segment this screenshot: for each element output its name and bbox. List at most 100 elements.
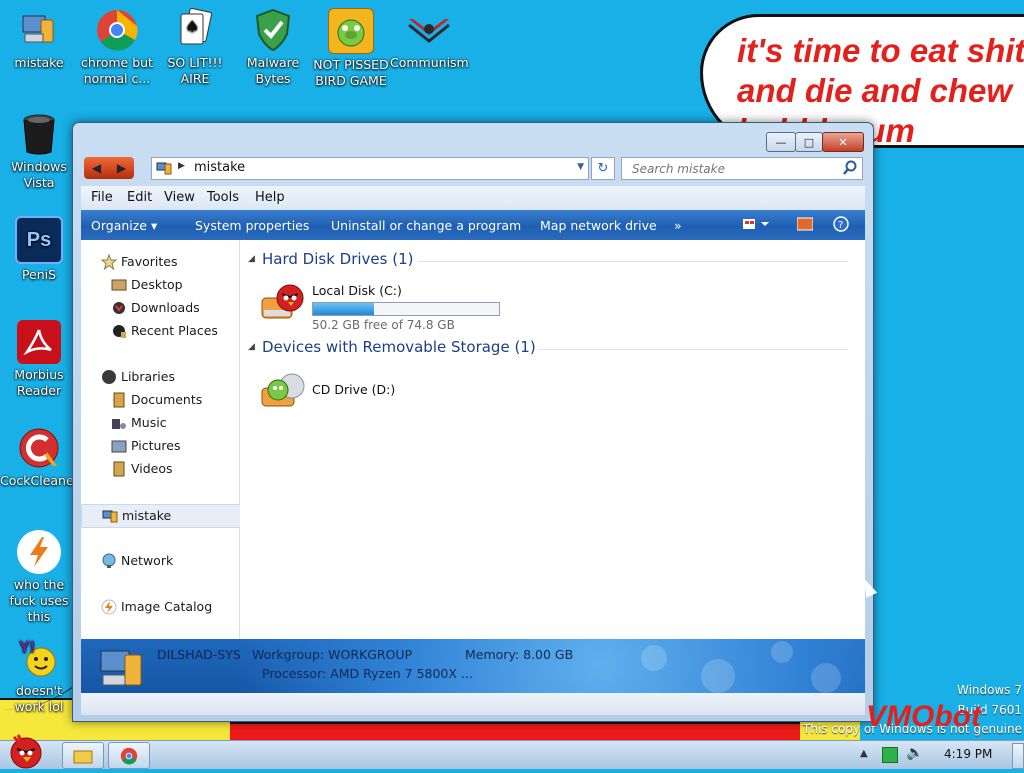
forward-arrow-icon: ▶ bbox=[116, 161, 127, 175]
desktop-icon-communism[interactable]: Communism bbox=[390, 8, 469, 71]
nav-music[interactable]: Music bbox=[81, 412, 239, 434]
desktop-icon-ccleaner[interactable]: CockCleaner bbox=[0, 426, 79, 489]
minimize-button[interactable]: — bbox=[766, 132, 796, 152]
desktop-icon-malwarebytes[interactable]: Malware Bytes bbox=[234, 8, 312, 87]
nav-network[interactable]: Network bbox=[81, 550, 239, 572]
menu-tools[interactable]: Tools bbox=[207, 190, 239, 205]
desktop-icon-label: doesn't work lol bbox=[14, 683, 64, 714]
search-icon[interactable] bbox=[842, 160, 858, 176]
map-network-drive-button[interactable]: Map network drive bbox=[540, 218, 657, 233]
bolt-icon bbox=[17, 530, 61, 574]
nav-computer[interactable]: mistake bbox=[81, 504, 241, 528]
desktop-icon-solitaire[interactable]: ♠ SO LIT!!! AIRE bbox=[156, 8, 234, 87]
nav-recent-places[interactable]: Recent Places bbox=[81, 320, 239, 342]
folder-icon bbox=[73, 750, 93, 763]
desktop-icon-morbius-reader[interactable]: Morbius Reader bbox=[0, 320, 78, 399]
search-input[interactable] bbox=[630, 159, 834, 179]
menu-file[interactable]: File bbox=[91, 190, 113, 205]
maximize-button[interactable]: □ bbox=[795, 132, 823, 152]
collapse-icon[interactable]: ◢ bbox=[248, 254, 255, 264]
svg-text:Y!: Y! bbox=[19, 639, 35, 656]
menu-edit[interactable]: Edit bbox=[127, 190, 152, 205]
solitaire-icon: ♠ bbox=[173, 8, 217, 52]
menu-help[interactable]: Help bbox=[255, 190, 285, 205]
nav-label: Music bbox=[131, 415, 167, 430]
photoshop-icon: Ps bbox=[15, 216, 63, 264]
breadcrumb[interactable]: mistake bbox=[194, 160, 245, 175]
pdf-icon bbox=[17, 320, 61, 364]
group-title: Devices with Removable Storage (1) bbox=[262, 338, 536, 356]
network-tray-icon[interactable] bbox=[882, 747, 898, 763]
nav-pictures[interactable]: Pictures bbox=[81, 435, 239, 457]
start-button[interactable] bbox=[4, 731, 48, 769]
preview-pane-icon[interactable] bbox=[796, 217, 814, 234]
decorative-bokeh bbox=[641, 645, 667, 671]
drive-cd-drive-d[interactable]: CD Drive (D:) bbox=[260, 368, 520, 418]
desktop-icon-chrome[interactable]: chrome but normal c... bbox=[78, 8, 156, 87]
taskbar-chrome[interactable] bbox=[108, 742, 150, 769]
drive-usage-bar bbox=[312, 302, 500, 316]
divider bbox=[418, 261, 848, 262]
decorative-bokeh bbox=[701, 659, 735, 693]
nav-desktop[interactable]: Desktop bbox=[81, 274, 239, 296]
nav-favorites[interactable]: Favorites bbox=[81, 251, 239, 273]
collapse-icon[interactable]: ◢ bbox=[248, 342, 255, 352]
desktop-icon-yahoo[interactable]: Y! doesn't work lol bbox=[0, 636, 78, 715]
forward-button[interactable]: ▶ bbox=[109, 157, 134, 179]
desktop-icon-not-pissed-bird-game[interactable]: NOT PISSED BIRD GAME bbox=[312, 8, 390, 89]
nav-downloads[interactable]: Downloads bbox=[81, 297, 239, 319]
desktop-icon-label: Morbius Reader bbox=[14, 367, 64, 398]
computer-icon bbox=[17, 8, 61, 52]
nav-label: mistake bbox=[122, 508, 172, 523]
breadcrumb-chevron-icon[interactable]: ▶ bbox=[178, 161, 185, 171]
taskbar: ▲ 🔈 4:19 PM bbox=[0, 734, 1024, 769]
svg-text:♠: ♠ bbox=[185, 17, 199, 36]
desktop-icon-windows-vista[interactable]: Windows Vista bbox=[0, 112, 78, 191]
menu-view[interactable]: View bbox=[164, 190, 195, 205]
system-properties-button[interactable]: System properties bbox=[195, 218, 309, 233]
search-box[interactable] bbox=[621, 157, 863, 180]
view-options-icon[interactable] bbox=[743, 217, 771, 234]
desktop-icon-label: PeniS bbox=[21, 267, 57, 282]
nav-image-catalog[interactable]: Image Catalog bbox=[81, 596, 239, 618]
nav-videos[interactable]: Videos bbox=[81, 458, 239, 480]
desktop-icon-photoshop[interactable]: Ps PeniS bbox=[0, 216, 78, 283]
back-button[interactable]: ◀ bbox=[84, 157, 109, 179]
uninstall-program-button[interactable]: Uninstall or change a program bbox=[331, 218, 521, 233]
refresh-icon: ↻ bbox=[597, 161, 609, 176]
show-desktop-button[interactable] bbox=[1012, 743, 1024, 769]
nav-documents[interactable]: Documents bbox=[81, 389, 239, 411]
workgroup-text: Workgroup: WORKGROUP bbox=[252, 647, 413, 662]
speech-line: it's time to eat shit bbox=[737, 32, 1024, 69]
pig-icon bbox=[328, 8, 374, 54]
divider bbox=[538, 349, 848, 350]
taskbar-explorer[interactable] bbox=[62, 742, 104, 769]
desktop-icon-who-the-fuck-uses-this[interactable]: who the fuck uses this bbox=[0, 530, 78, 625]
drive-local-disk-c[interactable]: Local Disk (C:) 50.2 GB free of 74.8 GB bbox=[260, 280, 520, 332]
address-bar[interactable]: ▶ mistake ▼ bbox=[151, 157, 589, 180]
nav-label: Network bbox=[121, 553, 174, 568]
show-hidden-icons-icon[interactable]: ▲ bbox=[860, 748, 868, 759]
volume-icon[interactable]: 🔈 bbox=[906, 745, 923, 761]
nav-libraries[interactable]: Libraries bbox=[81, 366, 239, 388]
details-pane: DILSHAD-SYS Workgroup: WORKGROUP Memory:… bbox=[81, 639, 865, 693]
computer-icon bbox=[100, 650, 142, 686]
more-commands-button[interactable]: » bbox=[674, 218, 682, 233]
help-icon[interactable]: ? bbox=[833, 216, 849, 235]
drive-label: CD Drive (D:) bbox=[312, 382, 396, 397]
group-header-hard-disk-drives[interactable]: ◢ Hard Disk Drives (1) bbox=[248, 250, 848, 272]
refresh-button[interactable]: ↻ bbox=[591, 157, 615, 180]
back-arrow-icon: ◀ bbox=[91, 161, 102, 175]
pictures-icon bbox=[111, 438, 127, 454]
organize-button[interactable]: Organize ▾ bbox=[91, 218, 157, 233]
ccleaner-icon bbox=[17, 426, 61, 470]
address-dropdown-icon[interactable]: ▼ bbox=[577, 162, 584, 172]
desktop-icon-label: NOT PISSED BIRD GAME bbox=[313, 57, 389, 88]
close-button[interactable]: ✕ bbox=[822, 132, 864, 152]
star-icon bbox=[100, 253, 118, 271]
clock[interactable]: 4:19 PM bbox=[944, 747, 992, 761]
desktop-icon-mistake[interactable]: mistake bbox=[0, 8, 78, 71]
speech-line: and die and chew bbox=[737, 72, 1013, 109]
desktop-icon-label: Communism bbox=[390, 55, 469, 70]
group-header-removable-storage[interactable]: ◢ Devices with Removable Storage (1) bbox=[248, 338, 848, 360]
